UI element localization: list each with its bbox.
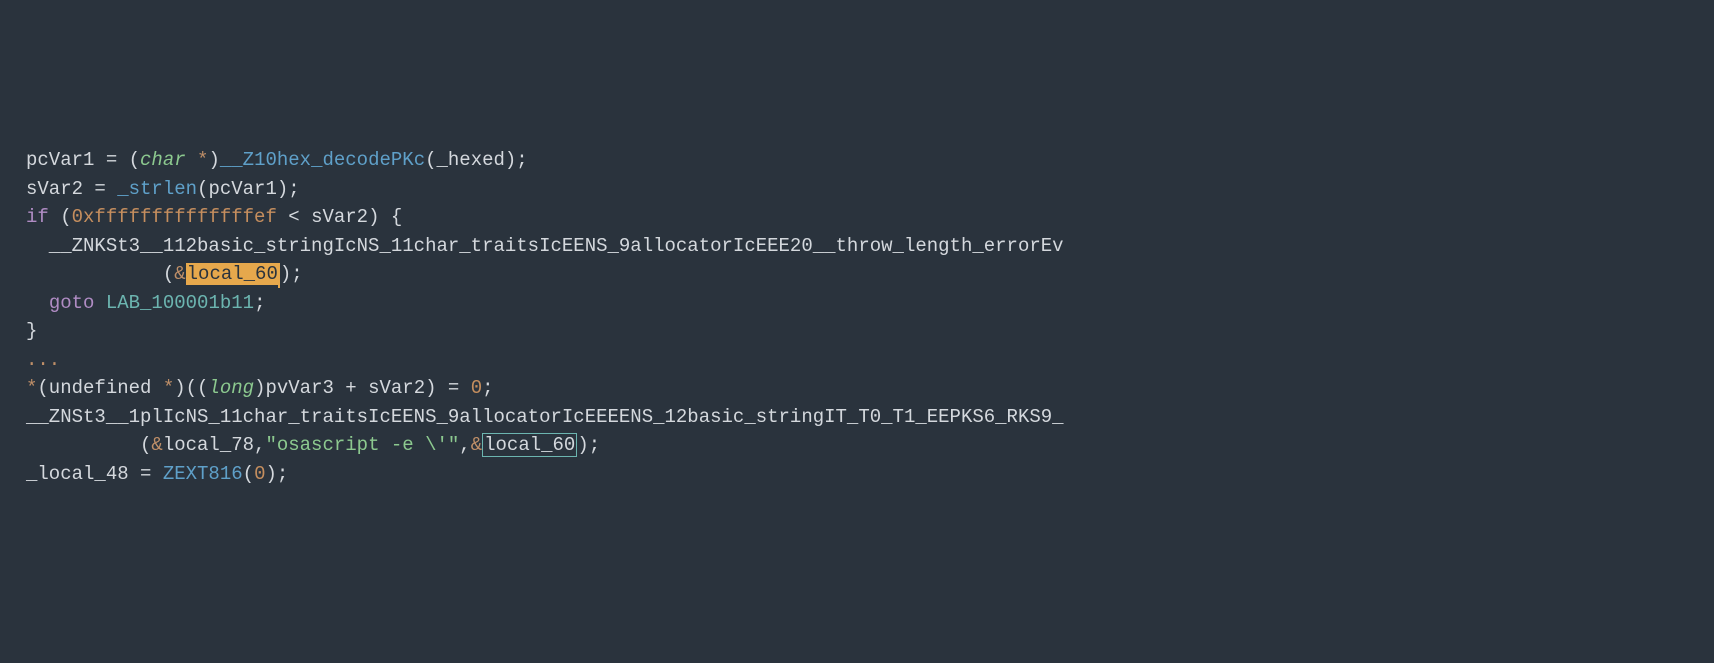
code-line: if (0xffffffffffffffef < sVar2) { xyxy=(26,203,1688,232)
occurrence-highlight: local_60 xyxy=(482,433,577,457)
code-line: __ZNSt3__1plIcNS_11char_traitsIcEENS_9al… xyxy=(26,403,1688,432)
code-line: (&local_78,"osascript -e \'",&local_60); xyxy=(26,431,1688,460)
code-editor[interactable]: pcVar1 = (char *)__Z10hex_decodePKc(_hex… xyxy=(26,146,1688,488)
code-line: } xyxy=(26,317,1688,346)
code-line: ... xyxy=(26,346,1688,375)
code-line: (&local_60); xyxy=(26,260,1688,289)
code-line: _local_48 = ZEXT816(0); xyxy=(26,460,1688,489)
code-line: sVar2 = _strlen(pcVar1); xyxy=(26,175,1688,204)
code-line: pcVar1 = (char *)__Z10hex_decodePKc(_hex… xyxy=(26,146,1688,175)
selection-highlight: local_60 xyxy=(186,263,279,285)
code-line: *(undefined *)((long)pvVar3 + sVar2) = 0… xyxy=(26,374,1688,403)
code-line: __ZNKSt3__112basic_stringIcNS_11char_tra… xyxy=(26,232,1688,261)
code-line: goto LAB_100001b11; xyxy=(26,289,1688,318)
